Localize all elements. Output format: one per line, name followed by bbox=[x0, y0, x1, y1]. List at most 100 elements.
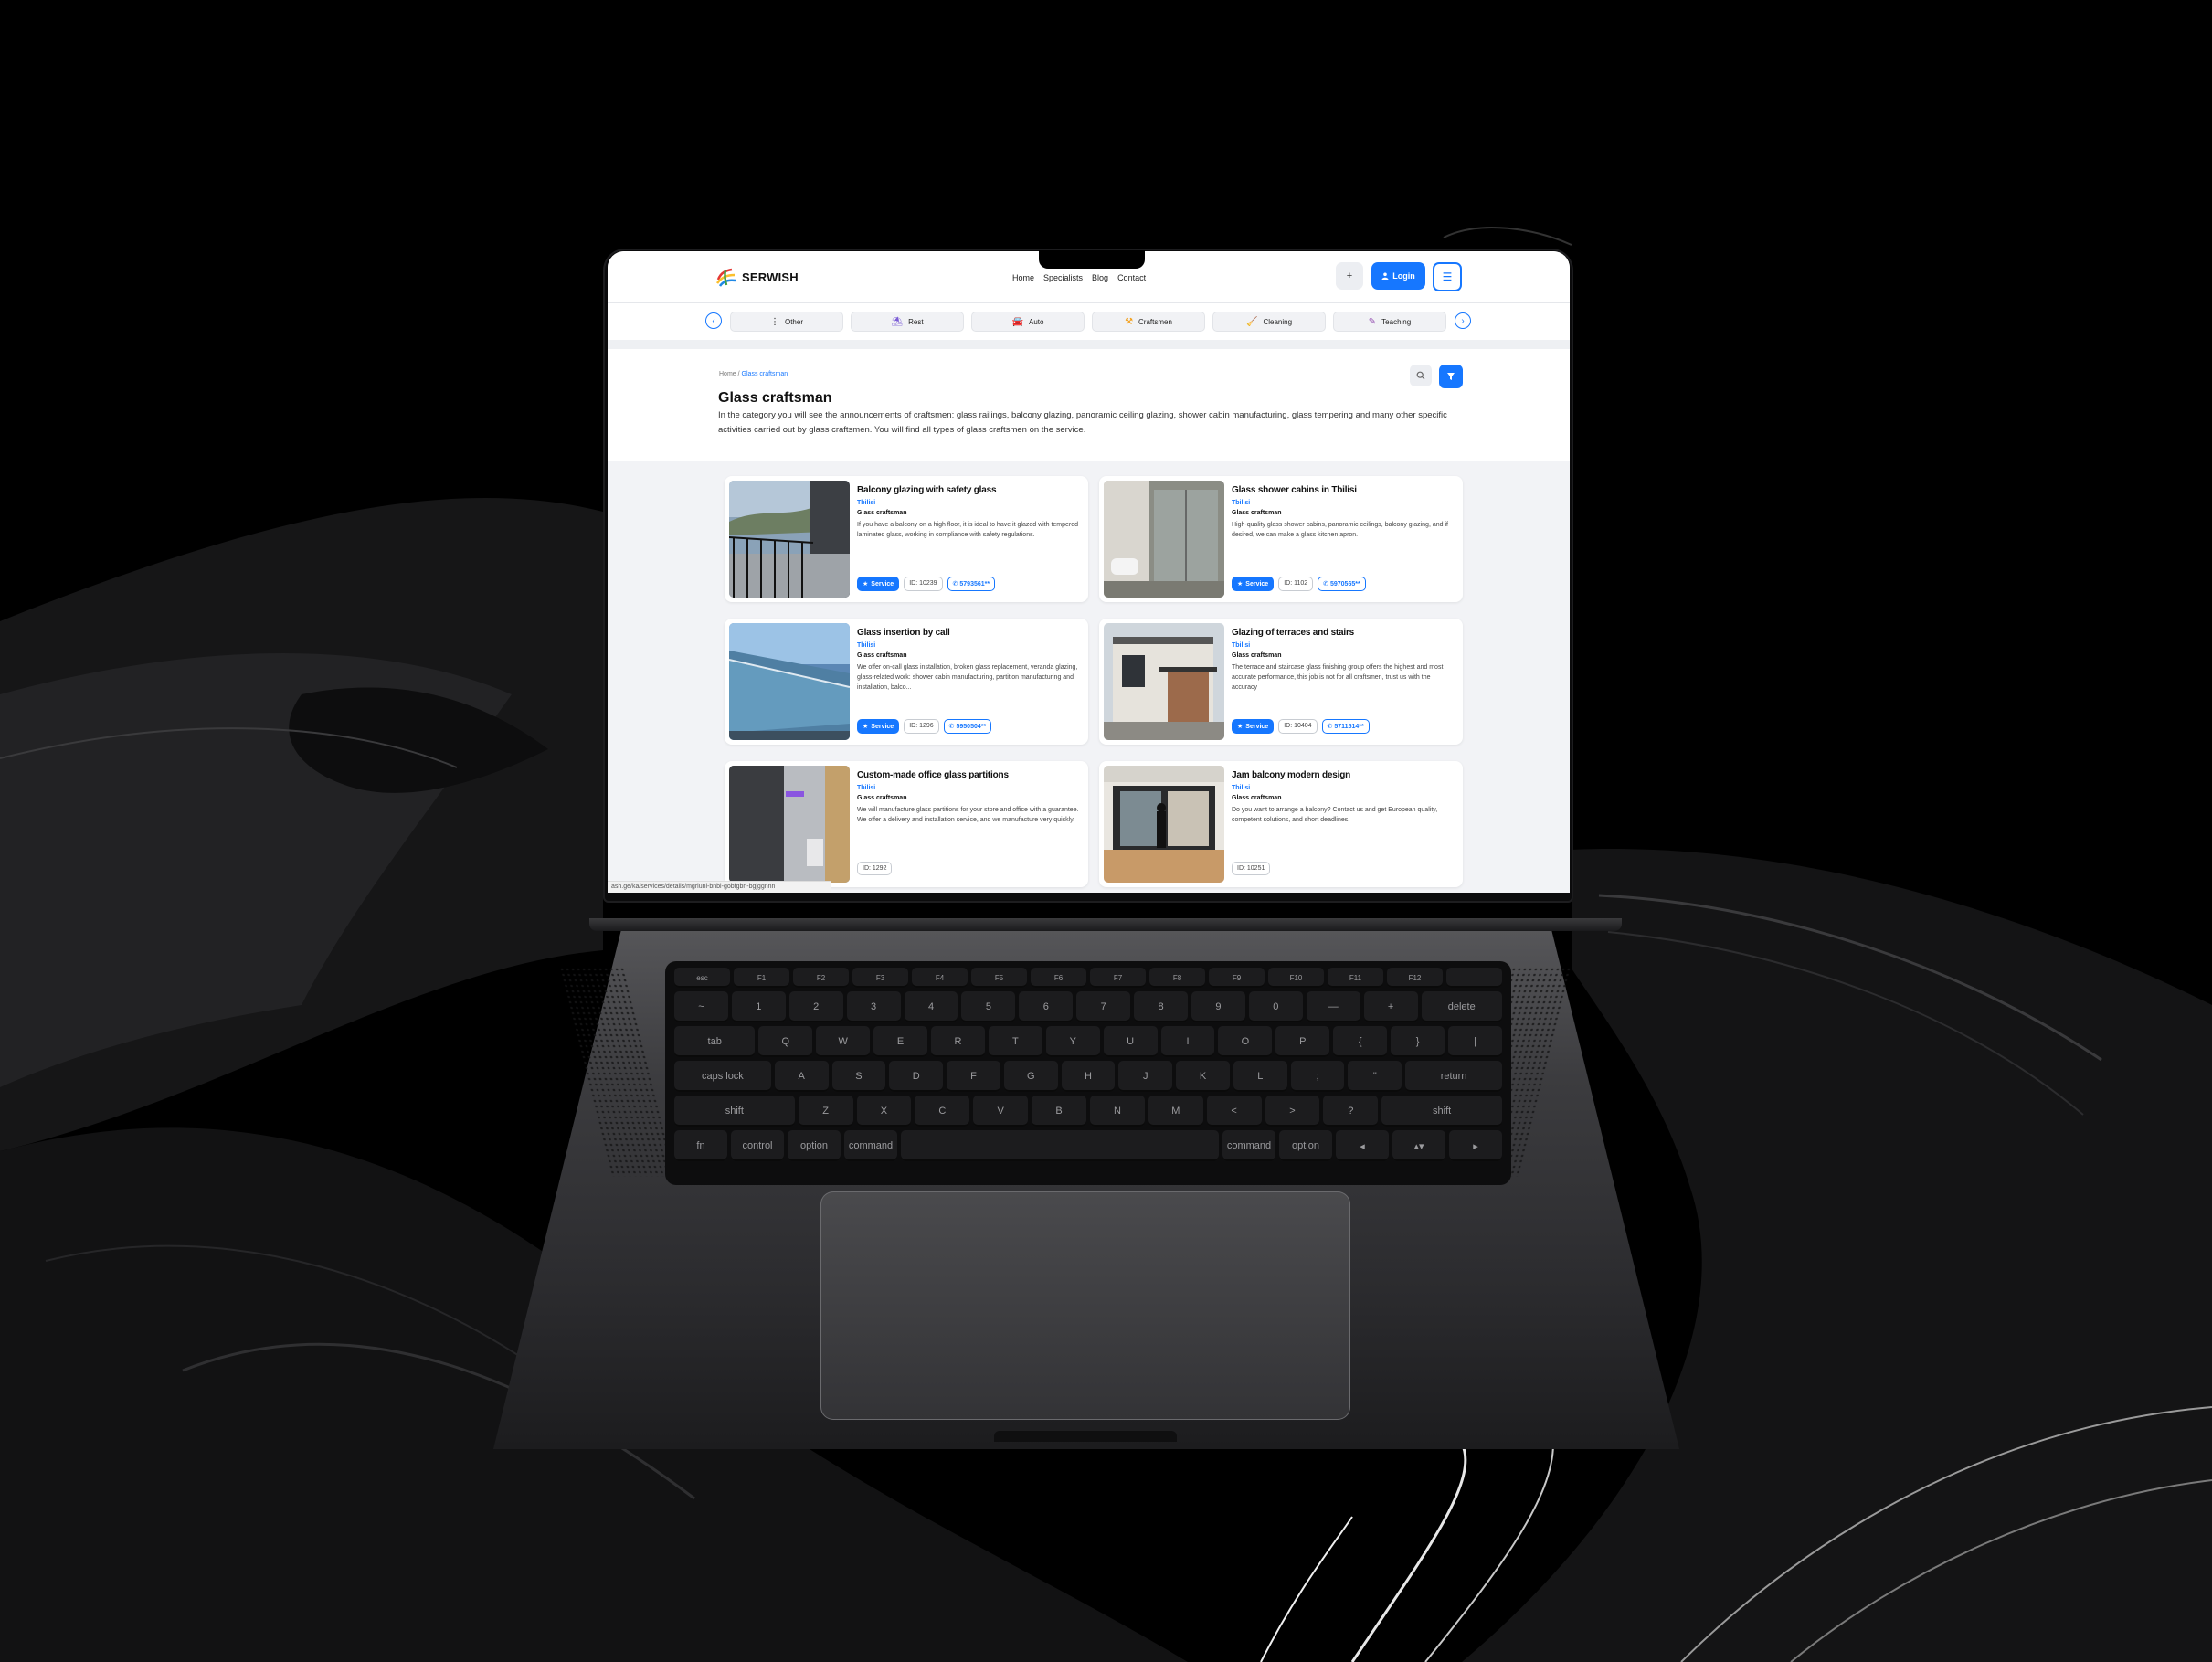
listing-city: Tbilisi bbox=[857, 642, 876, 649]
listing-card[interactable]: Glass insertion by call Tbilisi Glass cr… bbox=[725, 619, 1088, 745]
keyboard-key: Z bbox=[798, 1096, 853, 1127]
keyboard-key: esc bbox=[674, 968, 730, 988]
front-notch bbox=[994, 1431, 1177, 1442]
listing-title[interactable]: Glazing of terraces and stairs bbox=[1232, 628, 1455, 638]
keyboard-key: L bbox=[1233, 1061, 1287, 1092]
listing-body: Jam balcony modern design Tbilisi Glass … bbox=[1232, 770, 1455, 845]
listing-photo[interactable] bbox=[1104, 623, 1224, 740]
service-badge[interactable]: ★ Service bbox=[1232, 719, 1275, 734]
add-button[interactable]: + bbox=[1336, 262, 1363, 290]
service-badge[interactable]: ★ Service bbox=[857, 719, 900, 734]
service-label: Service bbox=[871, 580, 894, 588]
keyboard-key: F3 bbox=[852, 968, 908, 988]
keyboard-key: B bbox=[1032, 1096, 1086, 1127]
craftsmen-icon: ⚒ bbox=[1125, 316, 1134, 327]
phone-button[interactable]: ✆ 5793561** bbox=[947, 577, 996, 591]
category-label: Teaching bbox=[1381, 317, 1412, 326]
plus-icon: + bbox=[1346, 270, 1353, 281]
keyboard-key: C bbox=[915, 1096, 970, 1127]
service-label: Service bbox=[871, 723, 894, 730]
listing-description: The terrace and staircase glass finishin… bbox=[1232, 664, 1444, 691]
service-badge[interactable]: ★ Service bbox=[1232, 577, 1275, 591]
browser-status-url: ash.ge/ka/services/details/mgrluni-bnbi-… bbox=[608, 881, 831, 893]
listing-title[interactable]: Jam balcony modern design bbox=[1232, 770, 1455, 780]
phone-button[interactable]: ✆ 5970565** bbox=[1318, 577, 1366, 591]
service-badge[interactable]: ★ Service bbox=[857, 577, 900, 591]
keyboard-key: E bbox=[873, 1026, 928, 1057]
keyboard-key: ◂ bbox=[1336, 1130, 1389, 1161]
listing-photo[interactable] bbox=[729, 766, 850, 883]
keyboard-key bbox=[1446, 968, 1502, 988]
hamburger-icon: ☰ bbox=[1442, 270, 1453, 283]
listing-body: Balcony glazing with safety glass Tbilis… bbox=[857, 485, 1081, 560]
logo[interactable]: SERWISH bbox=[715, 267, 799, 287]
listing-card[interactable]: Custom-made office glass partitions Tbil… bbox=[725, 761, 1088, 887]
category-other[interactable]: ⋮ Other bbox=[730, 312, 843, 332]
keyboard-key: 7 bbox=[1076, 991, 1131, 1022]
listing-category: Glass craftsman bbox=[1232, 652, 1282, 659]
menu-button[interactable]: ☰ bbox=[1433, 262, 1462, 291]
breadcrumb-home[interactable]: Home bbox=[719, 371, 736, 377]
nav-contact[interactable]: Contact bbox=[1117, 273, 1146, 282]
keyboard: esc F1 F2 F3 F4 F5 F6 F7 F8 F9 F10 F11 F12 ~1 2 3 4 5 6 7 8… bbox=[665, 961, 1511, 1185]
listing-card[interactable]: Jam balcony modern design Tbilisi Glass … bbox=[1099, 761, 1463, 887]
phone-number: 5950504** bbox=[956, 724, 987, 730]
listing-title[interactable]: Glass shower cabins in Tbilisi bbox=[1232, 485, 1455, 495]
listing-card[interactable]: Glazing of terraces and stairs Tbilisi G… bbox=[1099, 619, 1463, 745]
filter-button[interactable] bbox=[1439, 365, 1463, 388]
keyboard-key: shift bbox=[1381, 1096, 1502, 1127]
keyboard-key: G bbox=[1003, 1061, 1058, 1092]
listing-description: We offer on-call glass installation, bro… bbox=[857, 664, 1078, 691]
listing-category: Glass craftsman bbox=[1232, 510, 1282, 516]
listing-city: Tbilisi bbox=[857, 785, 876, 791]
listing-title[interactable]: Glass insertion by call bbox=[857, 628, 1081, 638]
phone-icon: ✆ bbox=[952, 581, 958, 588]
keyboard-key: F1 bbox=[734, 968, 789, 988]
listing-title[interactable]: Balcony glazing with safety glass bbox=[857, 485, 1081, 495]
search-icon bbox=[1416, 371, 1425, 380]
bottom-key-row: fn control option command command option ◂ ▴▾ ▸ bbox=[674, 1130, 1502, 1161]
keyboard-key: F9 bbox=[1209, 968, 1265, 988]
listing-category: Glass craftsman bbox=[857, 510, 907, 516]
phone-icon: ✆ bbox=[1327, 724, 1333, 730]
keyboard-key: > bbox=[1265, 1096, 1320, 1127]
listing-title[interactable]: Custom-made office glass partitions bbox=[857, 770, 1081, 780]
listing-photo[interactable] bbox=[729, 481, 850, 598]
listing-card[interactable]: Balcony glazing with safety glass Tbilis… bbox=[725, 476, 1088, 602]
listing-photo[interactable] bbox=[1104, 481, 1224, 598]
listing-card[interactable]: Glass shower cabins in Tbilisi Tbilisi G… bbox=[1099, 476, 1463, 602]
login-button[interactable]: Login bbox=[1371, 262, 1425, 290]
camera-notch bbox=[1039, 250, 1145, 269]
teaching-icon: ✎ bbox=[1368, 316, 1377, 327]
category-rest[interactable]: ⛱ Rest bbox=[851, 312, 964, 332]
phone-button[interactable]: ✆ 5950504** bbox=[943, 719, 992, 734]
phone-number: 5711514** bbox=[1334, 724, 1364, 730]
listing-tags: ID: 10251 bbox=[1232, 862, 1271, 875]
category-craftsmen[interactable]: ⚒ Craftsmen bbox=[1092, 312, 1205, 332]
keyboard-key: 3 bbox=[846, 991, 901, 1022]
keyboard-key: shift bbox=[674, 1096, 795, 1127]
star-icon: ★ bbox=[1237, 581, 1244, 588]
category-next-button[interactable]: › bbox=[1455, 312, 1471, 329]
listing-body: Glass shower cabins in Tbilisi Tbilisi G… bbox=[1232, 485, 1455, 560]
category-cleaning[interactable]: 🧹 Cleaning bbox=[1212, 312, 1326, 332]
category-label: Cleaning bbox=[1263, 317, 1293, 326]
keyboard-key: P bbox=[1275, 1026, 1330, 1057]
category-prev-button[interactable]: ‹ bbox=[705, 312, 722, 329]
keyboard-key: delete bbox=[1421, 991, 1502, 1022]
rest-icon: ⛱ bbox=[891, 316, 904, 327]
category-auto[interactable]: 🚘 Auto bbox=[971, 312, 1085, 332]
nav-blog[interactable]: Blog bbox=[1092, 273, 1108, 282]
phone-icon: ✆ bbox=[1323, 581, 1329, 588]
listing-photo[interactable] bbox=[729, 623, 850, 740]
nav-home[interactable]: Home bbox=[1012, 273, 1034, 282]
keyboard-key: ▸ bbox=[1449, 1130, 1502, 1161]
listing-id: ID: 1296 bbox=[904, 719, 939, 734]
listing-photo[interactable] bbox=[1104, 766, 1224, 883]
phone-button[interactable]: ✆ 5711514** bbox=[1321, 719, 1370, 734]
search-button[interactable] bbox=[1410, 365, 1432, 386]
keyboard-key: command bbox=[1222, 1130, 1275, 1161]
category-teaching[interactable]: ✎ Teaching bbox=[1333, 312, 1446, 332]
nav-specialists[interactable]: Specialists bbox=[1043, 273, 1083, 282]
keyboard-key: 9 bbox=[1191, 991, 1245, 1022]
